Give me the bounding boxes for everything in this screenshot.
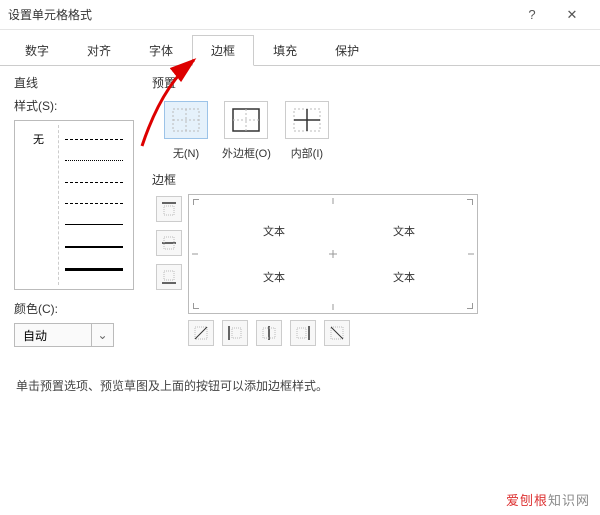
line-style-item[interactable] — [65, 182, 123, 183]
tab-bar: 数字 对齐 字体 边框 填充 保护 — [0, 30, 600, 66]
line-style-list[interactable]: 无 — [14, 120, 134, 290]
watermark-rest: 知识网 — [548, 493, 590, 508]
line-style-item[interactable] — [65, 268, 123, 271]
preset-none-label: 无(N) — [173, 145, 199, 161]
tab-font[interactable]: 字体 — [130, 35, 192, 66]
color-label: 颜色(C): — [14, 300, 134, 317]
preset-section-label: 预置 — [152, 74, 586, 91]
left-column: 直线 样式(S): 无 颜色(C): 自动 ⌄ — [14, 74, 134, 347]
preset-outline-icon — [224, 101, 268, 139]
line-style-item[interactable] — [65, 246, 123, 248]
border-left-button[interactable] — [222, 320, 248, 346]
watermark-red: 爱刨根 — [506, 493, 548, 508]
line-style-item[interactable] — [65, 160, 123, 161]
chevron-down-icon: ⌄ — [91, 324, 113, 346]
line-section-label: 直线 — [14, 74, 134, 91]
border-middle-v-button[interactable] — [256, 320, 282, 346]
preset-none[interactable]: 无(N) — [164, 101, 208, 161]
preset-inside[interactable]: 内部(I) — [285, 101, 329, 161]
border-preview[interactable]: 文本 文本 文本 文本 — [188, 194, 478, 314]
hint-text: 单击预置选项、预览草图及上面的按钮可以添加边框样式。 — [0, 355, 600, 394]
line-style-item[interactable] — [65, 139, 123, 140]
edge-marker — [468, 254, 474, 255]
corner-marker — [465, 301, 473, 309]
preset-outline[interactable]: 外边框(O) — [222, 101, 271, 161]
preview-cell-text: 文本 — [263, 269, 285, 285]
border-diag-down-button[interactable] — [324, 320, 350, 346]
border-right-button[interactable] — [290, 320, 316, 346]
line-style-none[interactable]: 无 — [19, 125, 59, 285]
preset-row: 无(N) 外边框(O) 内部(I) — [152, 97, 586, 171]
tab-protection[interactable]: 保护 — [316, 35, 378, 66]
titlebar: 设置单元格格式 ? ✕ — [0, 0, 600, 30]
corner-marker — [465, 199, 473, 207]
color-value: 自动 — [15, 327, 91, 344]
preset-outline-label: 外边框(O) — [222, 145, 271, 161]
center-marker — [329, 254, 337, 255]
content-area: 直线 样式(S): 无 颜色(C): 自动 ⌄ 预置 — [0, 66, 600, 355]
close-button[interactable]: ✕ — [552, 1, 592, 29]
tab-border[interactable]: 边框 — [192, 35, 254, 66]
watermark: 爱刨根知识网 — [506, 490, 590, 509]
preset-inside-icon — [285, 101, 329, 139]
corner-marker — [193, 199, 201, 207]
tab-alignment[interactable]: 对齐 — [68, 35, 130, 66]
right-column: 预置 无(N) 外边框(O) 内部(I) 边框 — [152, 74, 586, 347]
color-select[interactable]: 自动 ⌄ — [14, 323, 114, 347]
tab-number[interactable]: 数字 — [6, 35, 68, 66]
edge-marker — [333, 304, 334, 310]
style-label: 样式(S): — [14, 97, 134, 114]
border-bottom-button[interactable] — [156, 264, 182, 290]
edge-marker — [192, 254, 198, 255]
corner-marker — [193, 301, 201, 309]
border-vertical-buttons — [156, 196, 182, 290]
line-style-samples — [59, 125, 129, 285]
preview-cell-text: 文本 — [393, 223, 415, 239]
preview-cell-text: 文本 — [393, 269, 415, 285]
border-diag-up-button[interactable] — [188, 320, 214, 346]
preview-cell-text: 文本 — [263, 223, 285, 239]
border-section-label: 边框 — [152, 171, 586, 188]
help-button[interactable]: ? — [512, 1, 552, 29]
border-edit-area: 文本 文本 文本 文本 — [152, 194, 586, 346]
preset-none-icon — [164, 101, 208, 139]
border-top-button[interactable] — [156, 196, 182, 222]
dialog-title: 设置单元格格式 — [8, 6, 512, 23]
edge-marker — [333, 198, 334, 204]
border-horizontal-buttons — [188, 320, 478, 346]
line-style-item[interactable] — [65, 224, 123, 225]
preset-inside-label: 内部(I) — [291, 145, 323, 161]
line-style-item[interactable] — [65, 203, 123, 204]
border-middle-h-button[interactable] — [156, 230, 182, 256]
tab-fill[interactable]: 填充 — [254, 35, 316, 66]
